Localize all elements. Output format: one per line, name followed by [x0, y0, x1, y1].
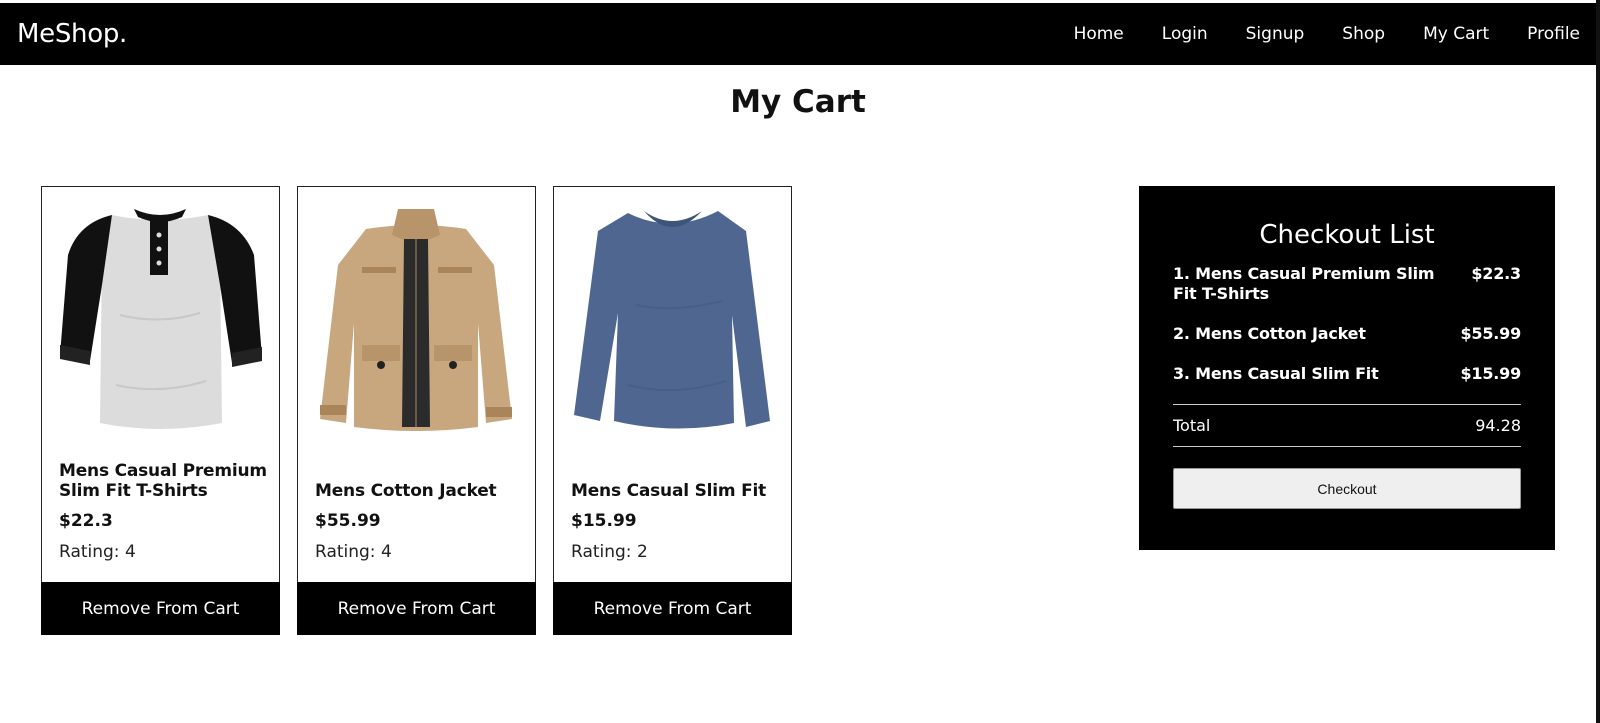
- window-right-edge: [1596, 0, 1600, 723]
- remove-from-cart-button[interactable]: Remove From Cart: [553, 582, 792, 635]
- cart-item-card: Mens Casual Premium Slim Fit T-Shirts $2…: [41, 186, 280, 635]
- product-price: $15.99: [571, 511, 637, 531]
- longsleeve-image: [562, 195, 783, 439]
- divider: [1173, 446, 1521, 447]
- checkout-title: Checkout List: [1259, 220, 1435, 250]
- product-name[interactable]: Mens Casual Slim Fit: [571, 481, 779, 501]
- product-rating: Rating: 2: [571, 542, 648, 562]
- checkout-item-price: $22.3: [1471, 264, 1521, 283]
- nav-link-login[interactable]: Login: [1162, 24, 1208, 44]
- checkout-items-list: 1. Mens Casual Premium Slim Fit T-Shirts…: [1173, 264, 1521, 384]
- checkout-panel: Checkout List 1. Mens Casual Premium Sli…: [1139, 186, 1555, 550]
- checkout-button[interactable]: Checkout: [1173, 468, 1521, 509]
- nav-link-my-cart[interactable]: My Cart: [1423, 24, 1489, 44]
- navbar: MeShop. Home Login Signup Shop My Cart P…: [0, 3, 1596, 65]
- checkout-item-name: 2. Mens Cotton Jacket: [1173, 324, 1366, 343]
- jacket-image: [306, 195, 527, 439]
- checkout-item-name: 1. Mens Casual Premium Slim Fit T-Shirts: [1173, 264, 1435, 303]
- total-label: Total: [1173, 416, 1211, 435]
- product-rating: Rating: 4: [315, 542, 392, 562]
- tshirt-image: [50, 195, 271, 439]
- checkout-item-name: 3. Mens Casual Slim Fit: [1173, 364, 1379, 383]
- page-title: My Cart: [730, 84, 866, 120]
- nav-link-home[interactable]: Home: [1074, 24, 1124, 44]
- remove-from-cart-button[interactable]: Remove From Cart: [41, 582, 280, 635]
- nav-links: Home Login Signup Shop My Cart Profile: [1074, 24, 1580, 44]
- card-info: Mens Cotton Jacket $55.99 Rating: 4: [315, 481, 523, 562]
- nav-link-signup[interactable]: Signup: [1246, 24, 1305, 44]
- nav-link-shop[interactable]: Shop: [1342, 24, 1385, 44]
- cart-item-card: Mens Cotton Jacket $55.99 Rating: 4 Remo…: [297, 186, 536, 635]
- cart-item-card: Mens Casual Slim Fit $15.99 Rating: 2 Re…: [553, 186, 792, 635]
- checkout-item: 1. Mens Casual Premium Slim Fit T-Shirts…: [1173, 264, 1521, 304]
- total-row: Total 94.28: [1173, 405, 1521, 446]
- checkout-item: 2. Mens Cotton Jacket $55.99: [1173, 324, 1521, 344]
- cart-items-list: Mens Casual Premium Slim Fit T-Shirts $2…: [41, 186, 792, 635]
- brand-logo[interactable]: MeShop.: [17, 19, 127, 49]
- remove-from-cart-button[interactable]: Remove From Cart: [297, 582, 536, 635]
- product-name[interactable]: Mens Cotton Jacket: [315, 481, 523, 501]
- product-price: $22.3: [59, 511, 113, 531]
- product-rating: Rating: 4: [59, 542, 136, 562]
- product-price: $55.99: [315, 511, 381, 531]
- checkout-item-price: $15.99: [1460, 364, 1521, 383]
- card-info: Mens Casual Premium Slim Fit T-Shirts $2…: [59, 461, 267, 562]
- card-info: Mens Casual Slim Fit $15.99 Rating: 2: [571, 481, 779, 562]
- nav-link-profile[interactable]: Profile: [1527, 24, 1580, 44]
- product-name[interactable]: Mens Casual Premium Slim Fit T-Shirts: [59, 461, 267, 501]
- total-value: 94.28: [1475, 416, 1521, 435]
- checkout-item: 3. Mens Casual Slim Fit $15.99: [1173, 364, 1521, 384]
- checkout-item-price: $55.99: [1460, 324, 1521, 343]
